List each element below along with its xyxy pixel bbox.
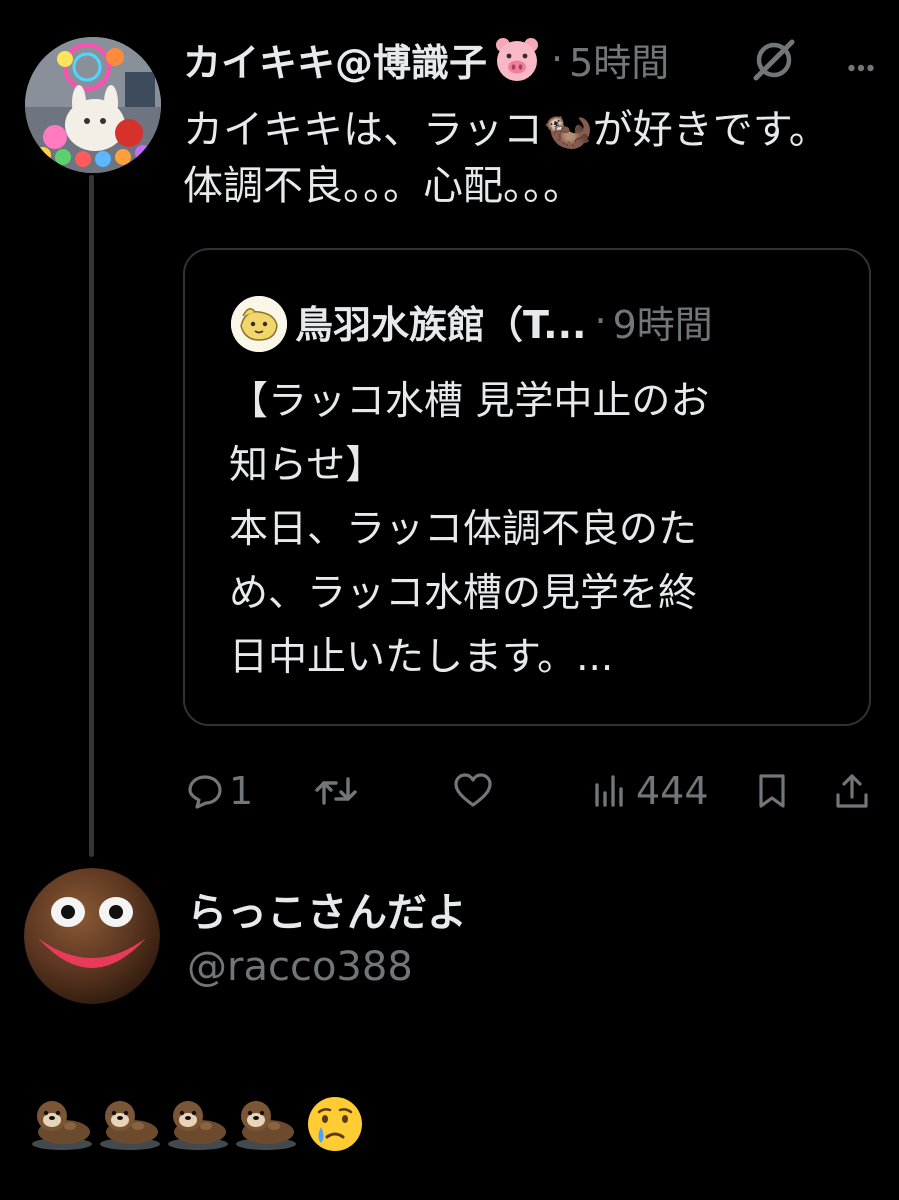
tweet-time[interactable]: 5時間 bbox=[569, 32, 669, 87]
views-chart-icon bbox=[590, 771, 630, 811]
reply-button[interactable]: 1 bbox=[185, 764, 253, 818]
quoted-author-avatar bbox=[231, 296, 287, 352]
quoted-tweet-text: 【ラッコ水槽 見学中止のお 知らせ】 本日、ラッコ体調不良のた め、ラッコ水槽の… bbox=[229, 379, 710, 680]
share-icon bbox=[832, 771, 872, 811]
pig-face-emoji bbox=[493, 35, 541, 83]
bookmark-icon bbox=[752, 771, 792, 811]
crying-face-emoji bbox=[306, 1095, 364, 1153]
view-count: 444 bbox=[636, 769, 709, 813]
reply-content bbox=[30, 1094, 364, 1154]
author-name[interactable]: カイキキ@博識子 bbox=[183, 32, 487, 87]
reply-handle[interactable]: @racco388 bbox=[187, 944, 413, 990]
sea-otter-emoji bbox=[30, 1094, 94, 1154]
share-button[interactable] bbox=[832, 764, 872, 818]
heart-icon bbox=[452, 771, 494, 811]
separator-dot: · bbox=[551, 37, 564, 81]
author-avatar[interactable] bbox=[25, 37, 161, 173]
quoted-separator-dot: · bbox=[594, 299, 607, 343]
sea-otter-emoji bbox=[98, 1094, 162, 1154]
quoted-tweet-card[interactable]: 鳥羽水族館（T... · 9時間 【ラッコ水槽 見学中止のお 知らせ】 本日、ラ… bbox=[183, 248, 871, 726]
reply-icon bbox=[185, 771, 225, 811]
views-button[interactable]: 444 bbox=[590, 764, 709, 818]
tweet-header: カイキキ@博識子 · 5時間 bbox=[183, 28, 669, 90]
more-options-icon[interactable] bbox=[848, 57, 874, 72]
tweet-text: カイキキは、ラッコ🦦が好きです。 体調不良。。。心配。。。 bbox=[183, 107, 829, 209]
sea-otter-emoji bbox=[234, 1094, 298, 1154]
thread-connector-line bbox=[89, 175, 94, 857]
bookmark-button[interactable] bbox=[752, 764, 792, 818]
quoted-author-name: 鳥羽水族館（T... bbox=[295, 302, 587, 347]
reply-author-avatar[interactable] bbox=[24, 868, 160, 1004]
sea-otter-emoji bbox=[166, 1094, 230, 1154]
grok-icon[interactable] bbox=[752, 38, 796, 82]
like-button[interactable] bbox=[452, 764, 494, 818]
reply-display-name[interactable]: らっこさんだよ bbox=[187, 880, 467, 938]
quoted-tweet-header: 鳥羽水族館（T... · 9時間 bbox=[295, 290, 713, 352]
retweet-icon bbox=[312, 771, 360, 811]
retweet-button[interactable] bbox=[312, 764, 360, 818]
quoted-tweet-time: 9時間 bbox=[612, 302, 713, 347]
reply-count: 1 bbox=[229, 769, 254, 813]
